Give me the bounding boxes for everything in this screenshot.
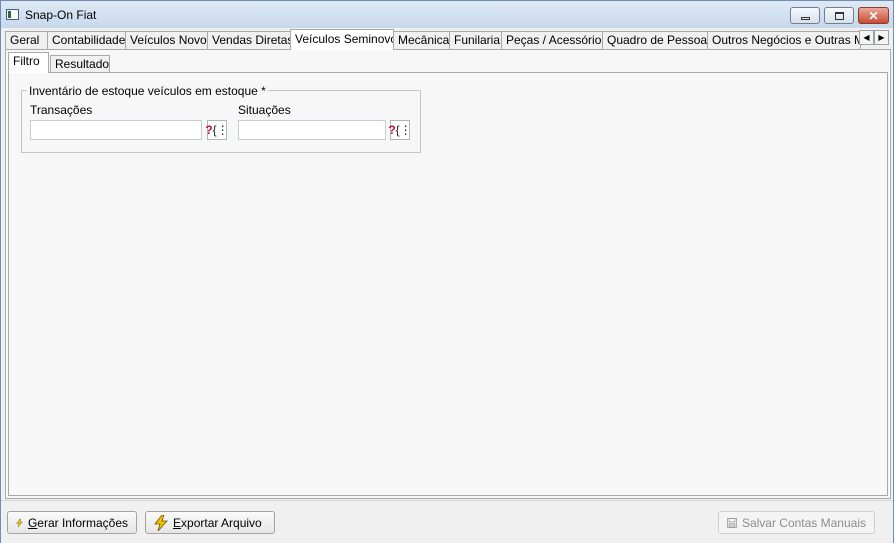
tab-pecas-acessorios[interactable]: Peças / Acessórios [501, 31, 603, 49]
tab-vendas-diretas[interactable]: Vendas Diretas [207, 31, 291, 49]
lookup-help-icon: ? [388, 123, 396, 137]
main-tab-bar: Geral Contabilidade Veículos Novos Venda… [5, 29, 891, 50]
transacoes-lookup-button[interactable]: ? {⋮ [205, 120, 229, 140]
lookup-help-icon: ? [205, 123, 213, 137]
filter-panel: Inventário de estoque veículos em estoqu… [8, 72, 888, 496]
maximize-icon [834, 11, 844, 20]
tab-mecanica[interactable]: Mecânica [393, 31, 450, 49]
app-icon [6, 9, 19, 20]
window-title: Snap-On Fiat [25, 8, 97, 22]
bottom-toolbar: Gerar Informações Exportar Arquivo Salva… [1, 500, 893, 543]
tab-veiculos-novos[interactable]: Veículos Novos [125, 31, 208, 49]
close-icon: ✕ [868, 8, 879, 23]
situacoes-lookup-button[interactable]: ? {⋮ [388, 120, 412, 140]
inventory-groupbox: Inventário de estoque veículos em estoqu… [21, 84, 421, 153]
subtab-resultado[interactable]: Resultado [50, 55, 110, 73]
inventory-group-title: Inventário de estoque veículos em estoqu… [27, 84, 268, 98]
gerar-hotkey: G [27, 515, 38, 530]
tab-veiculos-seminovos[interactable]: Veículos Seminovos [290, 29, 394, 50]
lightning-icon [16, 518, 23, 527]
gerar-label: erar Informações [37, 515, 128, 530]
app-window: Snap-On Fiat ✕ Geral Contabilidade Veícu… [0, 0, 894, 543]
exportar-arquivo-button[interactable]: Exportar Arquivo [145, 511, 275, 534]
situacoes-label: Situações [238, 103, 291, 117]
save-disk-icon [727, 517, 737, 528]
salvar-label: Salvar Contas Manuais [741, 515, 866, 530]
title-bar[interactable]: Snap-On Fiat ✕ [1, 1, 893, 28]
subtab-filtro[interactable]: Filtro [8, 52, 49, 73]
maximize-button[interactable] [824, 7, 854, 24]
close-button[interactable]: ✕ [858, 7, 889, 24]
tab-scroll-left-button[interactable]: ◀ [859, 30, 874, 45]
tab-geral[interactable]: Geral [5, 31, 48, 49]
transacoes-input[interactable] [30, 120, 202, 140]
exportar-hotkey: E [173, 515, 182, 530]
tab-content-panel: Filtro Resultado Inventário de estoque v… [5, 49, 891, 499]
minimize-button[interactable] [790, 7, 820, 24]
tab-contabilidade[interactable]: Contabilidade [47, 31, 126, 49]
minimize-icon [800, 16, 810, 20]
exportar-label: xportar Arquivo [181, 515, 262, 530]
brace-icon: {⋮ [395, 123, 412, 137]
gerar-informacoes-button[interactable]: Gerar Informações [7, 511, 137, 534]
brace-icon: {⋮ [212, 123, 229, 137]
situacoes-input[interactable] [238, 120, 386, 140]
lightning-icon [154, 514, 168, 531]
transacoes-label: Transações [30, 103, 93, 117]
tab-outros-negocios[interactable]: Outros Negócios e Outras Man [707, 31, 861, 49]
arrow-right-icon: ▶ [878, 33, 885, 42]
tab-quadro-de-pessoas[interactable]: Quadro de Pessoas [602, 31, 708, 49]
salvar-contas-manuais-button[interactable]: Salvar Contas Manuais [718, 511, 875, 534]
tab-funilaria[interactable]: Funilaria [449, 31, 502, 49]
arrow-left-icon: ◀ [863, 33, 870, 42]
tab-scroll-right-button[interactable]: ▶ [874, 30, 889, 45]
